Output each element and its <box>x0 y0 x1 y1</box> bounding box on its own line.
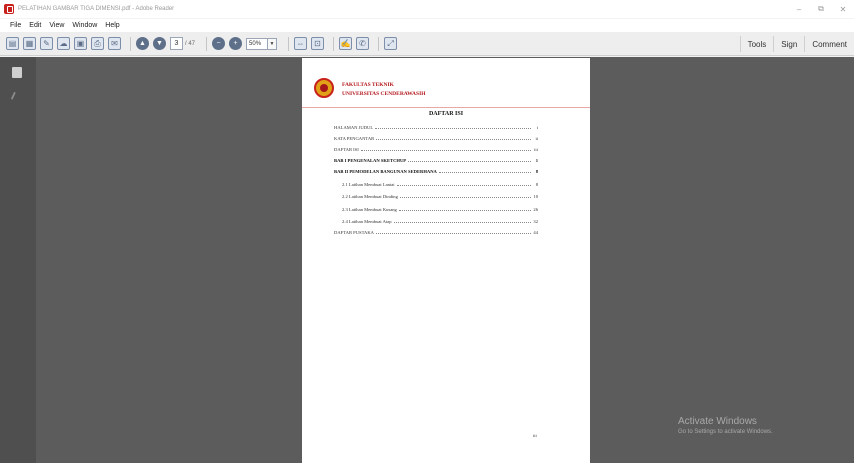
menu-view[interactable]: View <box>49 22 64 29</box>
menu-edit[interactable]: Edit <box>29 22 41 29</box>
edit-pdf-icon[interactable]: ✎ <box>40 37 53 50</box>
page-footer-number: iii <box>533 433 537 438</box>
table-of-contents: HALAMAN JUDUL i KATA PENGANTAR ii DAFTAR ISI… <box>334 120 538 236</box>
toc-entry: BAB II PEMODELAN BANGUNAN SEDERHANA 8 <box>334 164 538 174</box>
zoom-dropdown-icon[interactable]: ▼ <box>268 37 278 50</box>
toc-entry: BAB I PENGENALAN SKETCHUP 1 <box>334 153 538 163</box>
toolbar-separator <box>288 36 290 51</box>
sign-link[interactable]: Sign <box>773 36 804 52</box>
toc-entry-label: 2.2 Latihan Membuat Dinding <box>342 194 398 199</box>
toc-entry: 2.1 Latihan Membuat Lantai 8 <box>334 175 538 187</box>
page-number-input[interactable]: 3 <box>170 37 183 50</box>
toc-leader-dots <box>360 150 531 151</box>
page-thumbnails-icon[interactable] <box>12 67 22 78</box>
menu-file[interactable]: File <box>10 22 21 29</box>
adobe-reader-window: PELATIHAN GAMBAR TIGA DIMENSI.pdf - Adob… <box>0 0 854 463</box>
menu-bar: File Edit View Window Help <box>0 19 854 32</box>
comment-icon[interactable]: ✆ <box>356 37 370 50</box>
toc-entry: DAFTAR PUSTAKA 44 <box>334 225 538 235</box>
comment-link[interactable]: Comment <box>804 36 854 52</box>
toc-entry-page: 8 <box>535 169 538 174</box>
toc-leader-dots <box>408 161 531 162</box>
expand-icon[interactable]: ⤢ <box>384 37 398 50</box>
toc-entry: KATA PENGANTAR ii <box>334 131 538 141</box>
toc-entry-page: 26 <box>533 206 538 212</box>
faculty-name: FAKULTAS TEKNIK <box>342 82 394 88</box>
toc-entry-page: iii <box>534 147 538 152</box>
toc-leader-dots <box>396 184 531 186</box>
toolbar-right-links: Tools Sign Comment <box>739 32 854 56</box>
print-icon[interactable]: ⎙ <box>91 37 104 50</box>
toc-entry-label: 2.4 Latihan Membuat Atap <box>342 219 392 224</box>
close-button[interactable]: ✕ <box>832 0 854 18</box>
previous-page-icon[interactable]: ▲ <box>136 37 149 50</box>
toc-entry-page: i <box>536 125 538 130</box>
document-area[interactable]: FAKULTAS TEKNIK UNIVERSITAS CENDERAWASIH… <box>36 57 854 463</box>
toc-entry: HALAMAN JUDUL i <box>334 120 538 130</box>
toc-leader-dots <box>393 222 531 223</box>
toc-entry: 2.3 Latihan Membuat Kusang 26 <box>334 200 538 212</box>
toc-entry-label: BAB I PENGENALAN SKETCHUP <box>334 158 407 163</box>
activate-windows-watermark: Activate Windows Go to Settings to activ… <box>678 416 773 435</box>
toc-leader-dots <box>399 197 531 198</box>
watermark-subtitle: Go to Settings to activate Windows. <box>678 429 773 435</box>
page-count: / 47 <box>185 40 196 47</box>
window-controls: – ⧉ ✕ <box>788 0 854 18</box>
next-page-icon[interactable]: ▼ <box>153 37 166 50</box>
zoom-level-input[interactable]: 50% <box>246 37 269 50</box>
save-icon[interactable]: ▣ <box>74 37 87 50</box>
toc-entry: 2.2 Latihan Membuat Dinding 10 <box>334 188 538 199</box>
navigation-pane <box>0 57 36 463</box>
create-pdf-icon[interactable]: ▤ <box>6 37 19 50</box>
fit-width-icon[interactable]: ⊡ <box>311 37 325 50</box>
restore-button[interactable]: ⧉ <box>810 0 832 18</box>
window-title: PELATIHAN GAMBAR TIGA DIMENSI.pdf - Adob… <box>18 6 175 12</box>
toc-entry-label: DAFTAR ISI <box>334 147 359 152</box>
toc-leader-dots <box>375 233 531 234</box>
pdf-page: FAKULTAS TEKNIK UNIVERSITAS CENDERAWASIH… <box>302 58 590 463</box>
toc-entry: 2.4 Latihan Membuat Atap 32 <box>334 213 538 224</box>
toolbar-separator <box>333 36 335 51</box>
toc-entry: DAFTAR ISI iii <box>334 142 538 152</box>
toolbar-separator <box>206 36 208 51</box>
university-name: UNIVERSITAS CENDERAWASIH <box>342 91 426 97</box>
minimize-button[interactable]: – <box>788 0 810 18</box>
menu-window[interactable]: Window <box>72 22 97 29</box>
toolbar-separator <box>130 36 131 51</box>
toc-entry-label: KATA PENGANTAR <box>334 136 375 141</box>
toc-entry-page: ii <box>535 136 538 141</box>
tools-link[interactable]: Tools <box>739 36 774 52</box>
adobe-reader-icon <box>4 4 14 14</box>
title-bar: PELATIHAN GAMBAR TIGA DIMENSI.pdf - Adob… <box>0 0 854 18</box>
toc-entry-page: 8 <box>535 181 538 187</box>
zoom-out-icon[interactable]: − <box>212 37 226 50</box>
toc-entry-label: DAFTAR PUSTAKA <box>334 230 374 235</box>
page-header: FAKULTAS TEKNIK UNIVERSITAS CENDERAWASIH <box>302 68 590 108</box>
attachments-icon[interactable] <box>10 91 22 103</box>
open-file-icon[interactable]: ▦ <box>23 37 36 50</box>
watermark-title: Activate Windows <box>678 416 757 427</box>
sign-icon[interactable]: ✍ <box>339 37 353 50</box>
toc-entry-label: BAB II PEMODELAN BANGUNAN SEDERHANA <box>334 169 437 174</box>
toolbar: ▤ ▦ ✎ ☁ ▣ ⎙ ✉ ▲ ▼ 3 / 47 − + 50% ▼ ⇔ ⊡ ✍… <box>0 32 854 56</box>
toc-entry-label: 2.3 Latihan Membuat Kusang <box>342 206 397 212</box>
toc-entry-page: 10 <box>533 194 538 199</box>
zoom-in-icon[interactable]: + <box>229 37 243 50</box>
cloud-icon[interactable]: ☁ <box>57 37 70 50</box>
toc-entry-label: HALAMAN JUDUL <box>334 125 374 130</box>
toc-leader-dots <box>438 172 531 173</box>
fit-page-icon[interactable]: ⇔ <box>294 37 308 50</box>
toc-entry-label: 2.1 Latihan Membuat Lantai <box>342 181 395 187</box>
toc-entry-page: 1 <box>535 158 538 163</box>
toc-entry-page: 44 <box>533 230 538 235</box>
menu-help[interactable]: Help <box>105 22 119 29</box>
toc-leader-dots <box>376 139 531 140</box>
university-logo-icon <box>314 78 334 98</box>
toolbar-separator <box>378 36 380 51</box>
email-icon[interactable]: ✉ <box>108 37 121 50</box>
toc-leader-dots <box>375 128 531 129</box>
toc-leader-dots <box>398 209 531 211</box>
toc-entry-page: 32 <box>533 219 538 224</box>
toc-title: DAFTAR ISI <box>428 111 464 117</box>
